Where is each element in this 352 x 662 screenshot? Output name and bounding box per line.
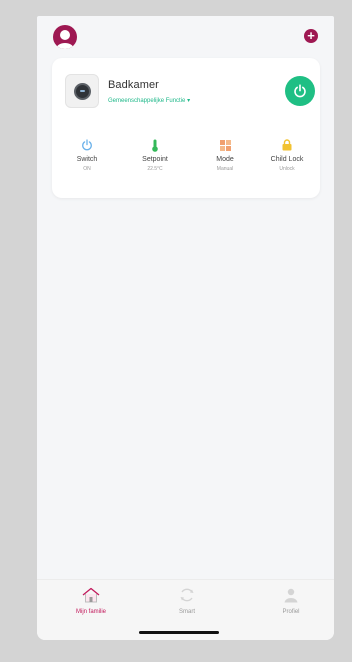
tab-label: Smart (178, 609, 195, 615)
function-value: 22.5°C (147, 166, 163, 172)
grid-icon (219, 139, 231, 151)
profile-icon (284, 588, 298, 603)
tab-mijn-familie[interactable]: Mijn familie (61, 586, 121, 615)
user-avatar-icon[interactable] (53, 25, 77, 49)
function-value: Manual (216, 166, 234, 172)
app-screen: + Badkamer Gemeenschappelijke Functie ▾ (37, 16, 334, 640)
function-mode[interactable]: Mode Manual (200, 138, 250, 172)
function-child-lock[interactable]: Child Lock Unlock (262, 138, 312, 172)
thermostat-device-image (65, 74, 99, 108)
function-value: ON (83, 166, 91, 172)
power-icon (294, 84, 306, 98)
thermometer-icon (152, 139, 158, 152)
function-label: Setpoint (142, 156, 168, 163)
function-label: Switch (76, 156, 98, 163)
function-label: Mode (216, 156, 234, 163)
device-card[interactable]: Badkamer Gemeenschappelijke Functie ▾ Sw… (52, 58, 320, 198)
tab-label: Profiel (282, 609, 300, 615)
tab-profiel[interactable]: Profiel (261, 586, 321, 615)
device-category-label: Gemeenschappelijke Functie (108, 98, 186, 104)
plus-icon: + (307, 28, 315, 43)
smart-icon (180, 588, 194, 602)
power-toggle-button[interactable] (285, 76, 315, 106)
lock-icon (282, 139, 292, 151)
top-bar: + (37, 16, 334, 56)
tab-label: Mijn familie (75, 609, 106, 615)
device-name: Badkamer (108, 79, 159, 91)
home-indicator[interactable] (139, 631, 219, 634)
power-icon (82, 139, 92, 151)
device-category-selector[interactable]: Gemeenschappelijke Functie ▾ (108, 97, 190, 104)
function-setpoint[interactable]: Setpoint 22.5°C (130, 138, 180, 172)
home-icon (82, 587, 100, 603)
function-switch[interactable]: Switch ON (62, 138, 112, 172)
function-label: Child Lock (270, 156, 304, 163)
tab-smart[interactable]: Smart (157, 586, 217, 615)
add-device-button[interactable]: + (304, 29, 318, 43)
function-value: Unlock (279, 166, 295, 172)
chevron-down-icon: ▾ (187, 98, 191, 104)
